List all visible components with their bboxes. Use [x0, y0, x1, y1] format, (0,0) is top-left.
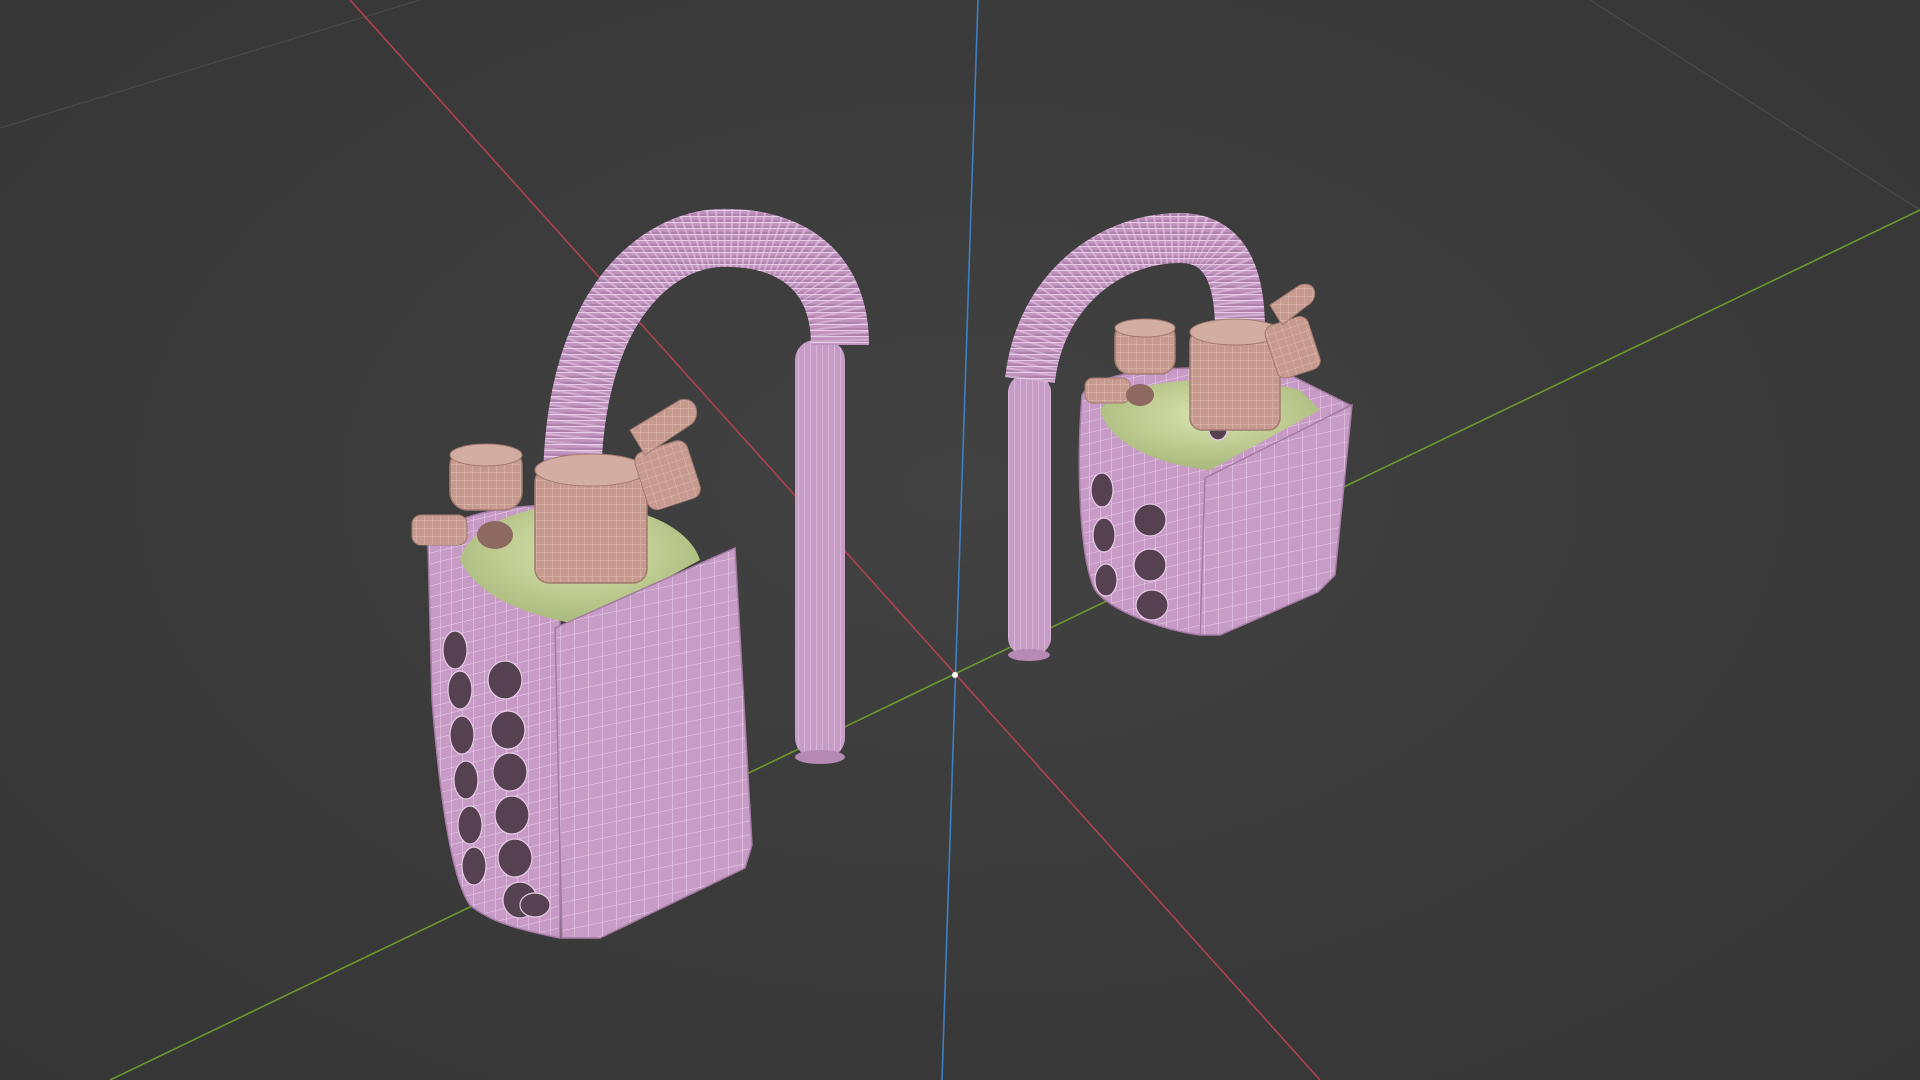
- regulator-valve-knob[interactable]: [1084, 377, 1131, 404]
- viewport-canvas[interactable]: [0, 0, 1920, 1080]
- tank-small-pipe-end: [1008, 649, 1050, 661]
- oxygen-tank-large[interactable]: [411, 208, 869, 939]
- floor-grid: [0, 0, 1920, 211]
- world-origin-icon[interactable]: [952, 672, 958, 678]
- tank-small-pipe[interactable]: [1008, 375, 1051, 655]
- oxygen-tank-small[interactable]: [1005, 212, 1353, 661]
- regulator-valve-knob[interactable]: [411, 514, 468, 546]
- z-axis-line: [941, 0, 979, 1080]
- tank-large-pipe[interactable]: [795, 340, 845, 758]
- tank-large-pipe-end: [795, 750, 845, 764]
- 3d-viewport[interactable]: [0, 0, 1920, 1080]
